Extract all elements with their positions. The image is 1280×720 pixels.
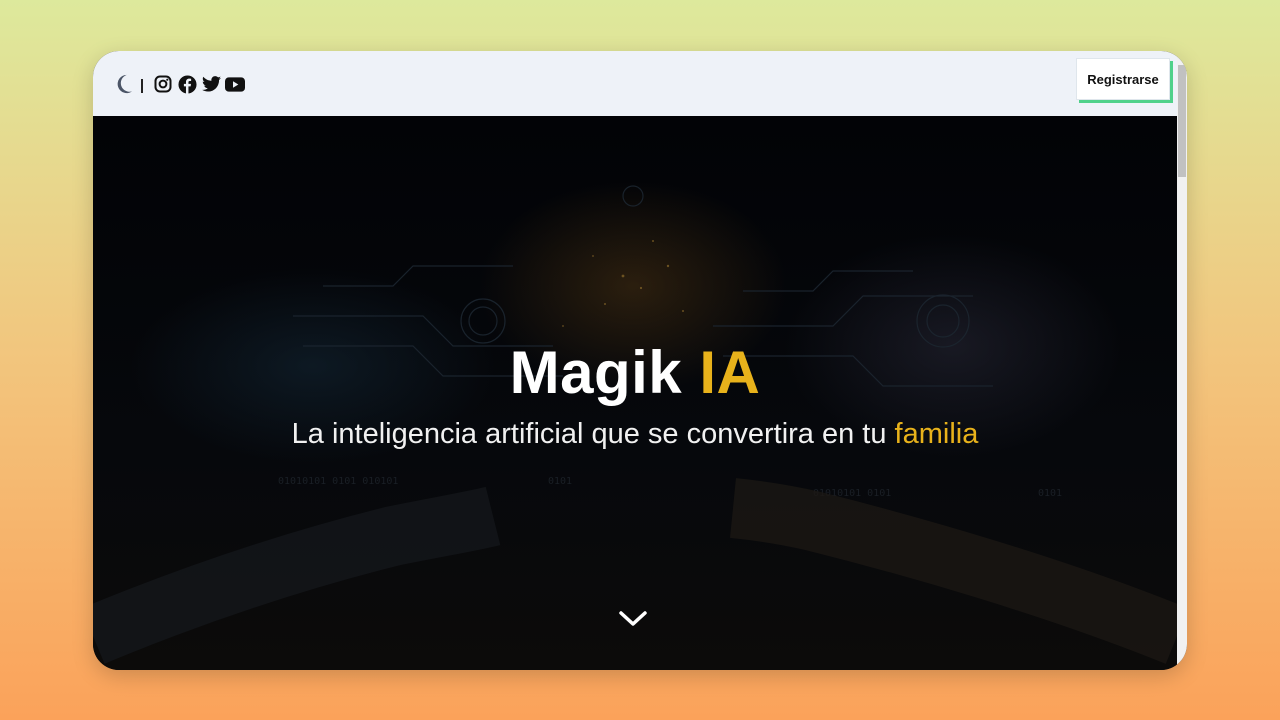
separator bbox=[141, 78, 143, 93]
moon-icon[interactable] bbox=[114, 74, 134, 94]
register-button[interactable]: Registrarse bbox=[1076, 58, 1170, 100]
youtube-icon[interactable] bbox=[225, 74, 245, 94]
hero-subtitle-main: La inteligencia artificial que se conver… bbox=[291, 418, 887, 450]
hero-section: 01010101 0101 010101 0101 01010101 0101 … bbox=[93, 116, 1177, 670]
browser-window: Registrarse 01010101 0101 010101 0101 01… bbox=[93, 51, 1187, 670]
svg-text:0101: 0101 bbox=[548, 476, 572, 487]
svg-text:01010101 0101 010101: 01010101 0101 010101 bbox=[278, 476, 398, 487]
hero-title: Magik IA bbox=[93, 338, 1177, 407]
svg-text:0101: 0101 bbox=[1038, 488, 1062, 499]
hero-subtitle: La inteligencia artificial que se conver… bbox=[93, 418, 1177, 451]
twitter-icon[interactable] bbox=[201, 74, 221, 94]
facebook-icon[interactable] bbox=[177, 74, 197, 94]
chevron-down-icon[interactable] bbox=[617, 608, 649, 630]
hero-title-main: Magik bbox=[509, 339, 683, 406]
hero-subtitle-accent: familia bbox=[894, 418, 979, 450]
instagram-icon[interactable] bbox=[153, 74, 173, 94]
header-icons bbox=[114, 72, 249, 96]
scrollbar-thumb[interactable] bbox=[1178, 65, 1186, 177]
hero-title-accent: IA bbox=[699, 339, 761, 406]
top-navbar: Registrarse bbox=[93, 51, 1177, 116]
scrollbar[interactable] bbox=[1177, 51, 1187, 670]
